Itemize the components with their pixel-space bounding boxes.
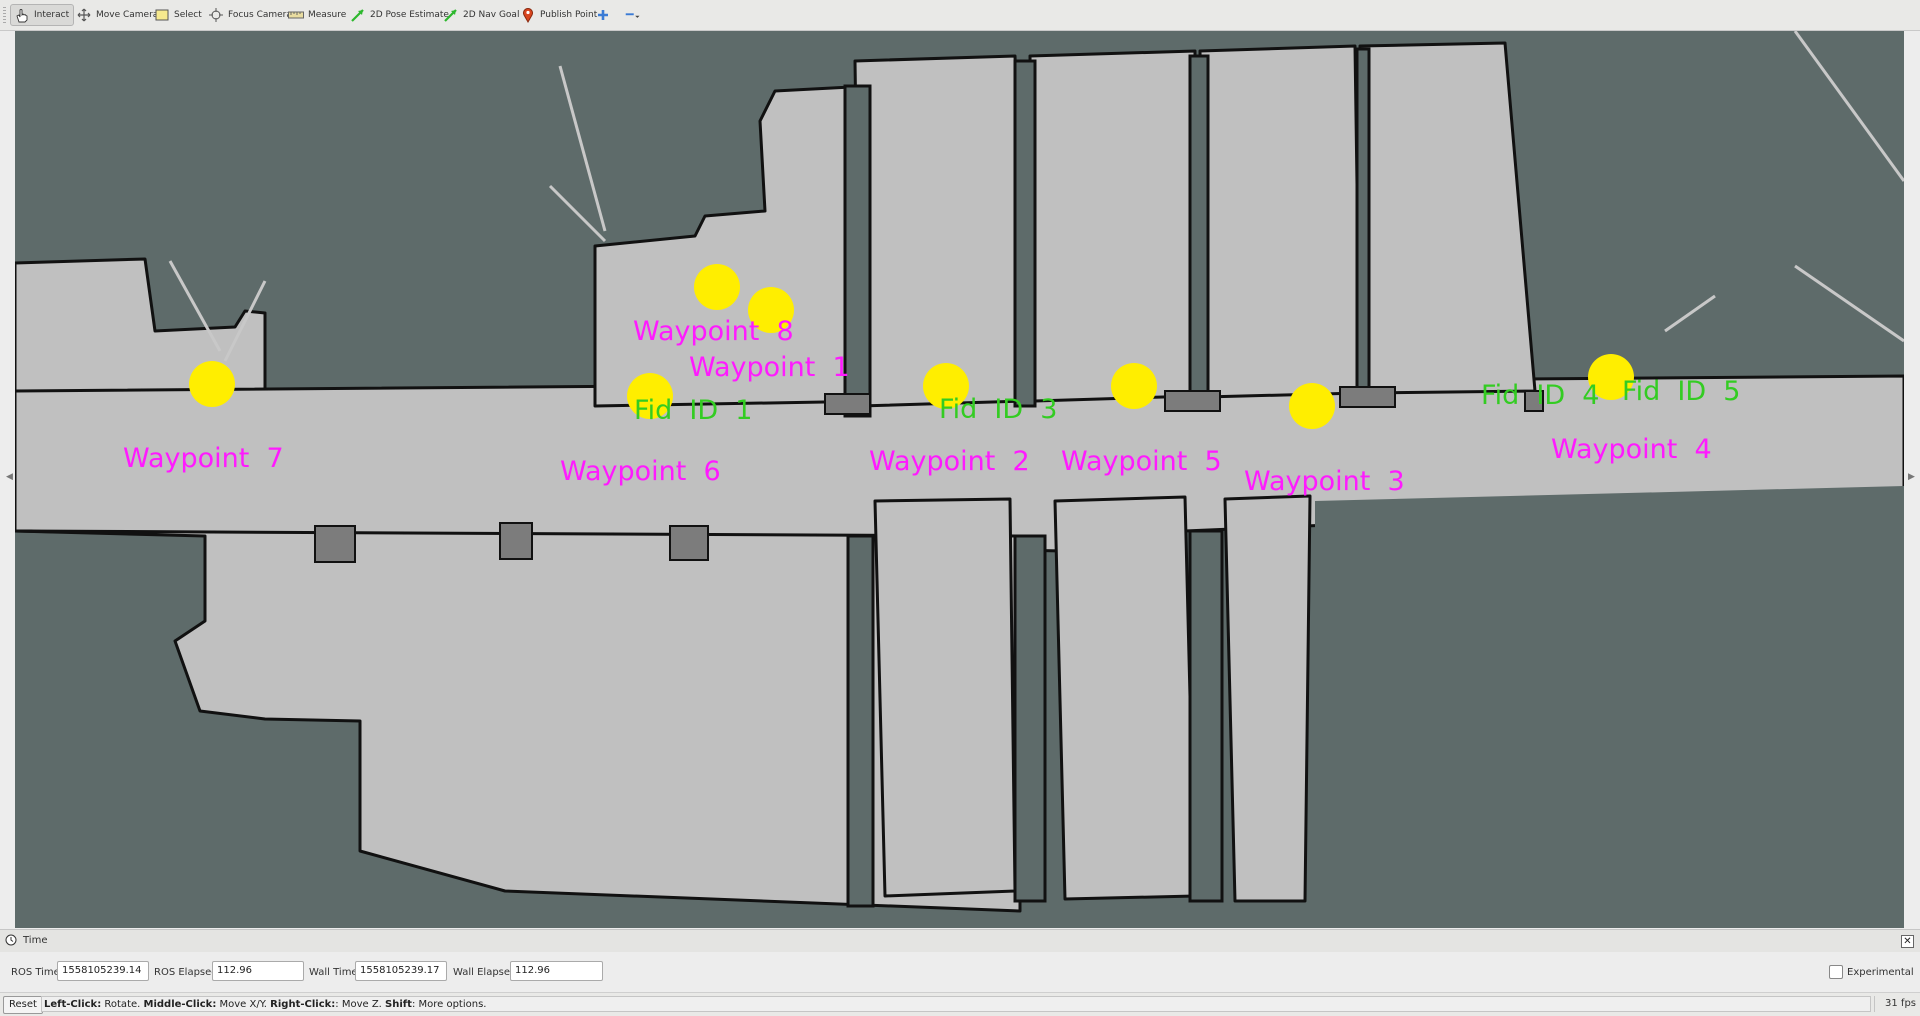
- waypoint-label: Waypoint 4: [1551, 434, 1712, 465]
- publish-point-tool-button[interactable]: Publish Point: [517, 4, 601, 26]
- 2d-nav-goal-tool-button[interactable]: 2D Nav Goal: [440, 4, 523, 26]
- green-arrow-icon: [350, 7, 366, 23]
- select-tool-button[interactable]: Select: [151, 4, 206, 26]
- move-camera-tool-label: Move Camera: [96, 10, 159, 20]
- main-toolbar: Interact Move Camera Select Focus Camera…: [0, 0, 1920, 31]
- move-arrows-icon: [76, 7, 92, 23]
- ros-elapsed-label: ROS Elapsed:: [154, 967, 221, 978]
- mouse-hint: Left-Click: Rotate. Middle-Click: Move X…: [41, 996, 1871, 1012]
- hint-shift-action: : More options.: [411, 999, 487, 1010]
- fiducial-label: Fid ID 3: [939, 394, 1058, 425]
- map-pin-icon: [520, 7, 536, 23]
- select-tool-label: Select: [174, 10, 202, 20]
- hint-middle-action: Move X/Y.: [216, 999, 271, 1010]
- render-viewport[interactable]: Waypoint 8 Waypoint 1 Waypoint 7 Waypoin…: [15, 31, 1904, 928]
- waypoint-marker[interactable]: [1111, 363, 1157, 409]
- 2d-pose-estimate-tool-label: 2D Pose Estimate: [370, 10, 449, 20]
- experimental-checkbox[interactable]: [1829, 965, 1843, 979]
- wall-time-label: Wall Time:: [309, 967, 361, 978]
- 2d-pose-estimate-tool-button[interactable]: 2D Pose Estimate: [347, 4, 453, 26]
- ros-time-field[interactable]: 1558105239.14: [57, 961, 149, 981]
- waypoint-marker[interactable]: [189, 361, 235, 407]
- ros-elapsed-field[interactable]: 112.96: [212, 961, 304, 981]
- select-box-icon: [154, 7, 170, 23]
- status-bar: Reset Left-Click: Rotate. Middle-Click: …: [0, 992, 1920, 1016]
- measure-tool-button[interactable]: Measure: [285, 4, 350, 26]
- remove-tool-dropdown[interactable]: [622, 4, 649, 26]
- fiducial-label: Fid ID 4: [1481, 380, 1600, 411]
- hand-cursor-icon: [14, 7, 30, 23]
- focus-camera-tool-label: Focus Camera: [228, 10, 292, 20]
- green-arrow-icon: [443, 7, 459, 23]
- hint-middle-click: Middle-Click:: [143, 999, 217, 1010]
- experimental-label: Experimental: [1847, 967, 1914, 978]
- clock-icon: [5, 934, 17, 946]
- plus-icon: [595, 7, 611, 23]
- 2d-nav-goal-tool-label: 2D Nav Goal: [463, 10, 520, 20]
- left-panel-toggle[interactable]: ◀: [6, 472, 13, 482]
- measure-tool-label: Measure: [308, 10, 347, 20]
- waypoint-label: Waypoint 8: [633, 316, 794, 347]
- focus-camera-tool-button[interactable]: Focus Camera: [205, 4, 296, 26]
- focus-crosshair-icon: [208, 7, 224, 23]
- ruler-icon: [288, 7, 304, 23]
- publish-point-tool-label: Publish Point: [540, 10, 598, 20]
- toolbar-grip[interactable]: [3, 7, 6, 23]
- waypoint-marker[interactable]: [1289, 383, 1335, 429]
- fiducial-label: Fid ID 5: [1622, 376, 1741, 407]
- occupancy-grid-map: [15, 31, 1904, 928]
- move-camera-tool-button[interactable]: Move Camera: [73, 4, 162, 26]
- right-panel-toggle[interactable]: ▶: [1908, 472, 1915, 482]
- time-panel-body: ROS Time: 1558105239.14 ROS Elapsed: 112…: [0, 952, 1920, 990]
- fiducial-label: Fid ID 1: [634, 395, 753, 426]
- add-tool-button[interactable]: [592, 4, 619, 26]
- waypoint-label: Waypoint 7: [123, 443, 284, 474]
- hint-shift: Shift: [385, 999, 412, 1010]
- wall-elapsed-field[interactable]: 112.96: [510, 961, 603, 981]
- waypoint-label: Waypoint 2: [869, 446, 1030, 477]
- time-panel-header: Time ✕: [0, 929, 1920, 953]
- waypoint-label: Waypoint 3: [1244, 466, 1405, 497]
- waypoint-label: Waypoint 1: [689, 352, 850, 383]
- hint-left-action: Rotate.: [101, 999, 144, 1010]
- hint-right-click: Right-Click:: [270, 999, 336, 1010]
- interact-tool-button[interactable]: Interact: [10, 4, 75, 26]
- waypoint-label: Waypoint 5: [1061, 446, 1222, 477]
- hint-left-click: Left-Click:: [44, 999, 102, 1010]
- ros-time-label: ROS Time:: [11, 967, 64, 978]
- wall-time-field[interactable]: 1558105239.17: [355, 961, 447, 981]
- waypoint-marker[interactable]: [694, 264, 740, 310]
- fps-readout: 31 fps: [1874, 996, 1916, 1012]
- waypoint-label: Waypoint 6: [560, 456, 721, 487]
- time-panel-title: Time: [23, 935, 48, 946]
- close-icon[interactable]: ✕: [1901, 935, 1914, 948]
- interact-tool-label: Interact: [34, 10, 70, 20]
- minus-dropdown-icon: [625, 7, 641, 23]
- hint-right-action: : Move Z.: [335, 999, 386, 1010]
- reset-button[interactable]: Reset: [3, 996, 43, 1014]
